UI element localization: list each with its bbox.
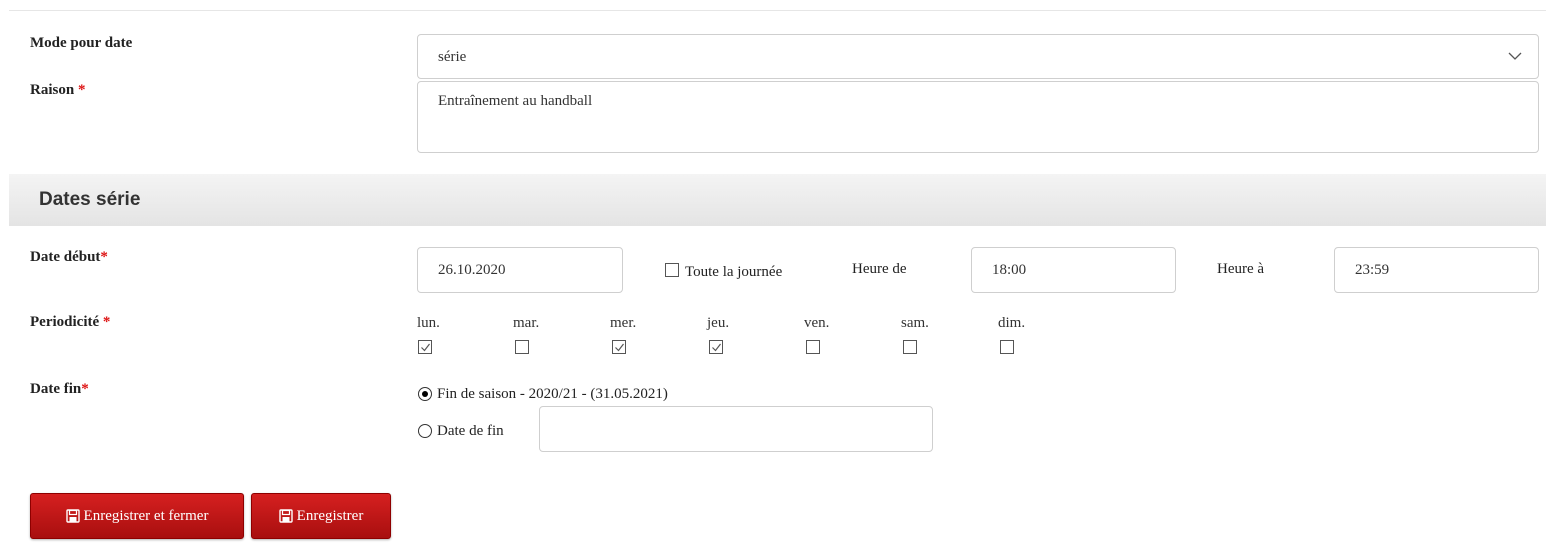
reason-label-text: Raison xyxy=(30,82,75,98)
day-label-dim: dim. xyxy=(998,315,1026,331)
day-label-mar: mar. xyxy=(513,315,540,331)
reason-value: Entraînement au handball xyxy=(438,93,593,109)
start-date-input[interactable]: 26.10.2020 xyxy=(417,247,623,293)
save-and-close-label: Enregistrer et fermer xyxy=(83,507,209,524)
required-marker: * xyxy=(77,82,86,98)
required-marker: * xyxy=(100,249,108,265)
check-icon xyxy=(615,343,624,352)
save-and-close-button[interactable]: Enregistrer et fermer xyxy=(30,493,244,539)
save-label: Enregistrer xyxy=(296,507,364,524)
mode-label: Mode pour date xyxy=(30,35,132,52)
mode-select-value: série xyxy=(438,49,467,65)
day-checkbox-dim[interactable] xyxy=(1000,340,1014,354)
reason-textarea[interactable]: Entraînement au handball xyxy=(417,81,1539,153)
day-label-jeu: jeu. xyxy=(707,315,730,331)
all-day-checkbox[interactable] xyxy=(665,263,679,277)
required-marker: * xyxy=(81,381,89,397)
start-date-label: Date début* xyxy=(30,249,108,266)
check-icon xyxy=(712,343,721,352)
day-label-mer: mer. xyxy=(610,315,637,331)
day-label-ven: ven. xyxy=(804,315,830,331)
end-date-label-text: Date fin xyxy=(30,381,82,397)
top-divider xyxy=(9,10,1546,11)
periodicity-label: Periodicité * xyxy=(30,314,110,331)
periodicity-label-text: Periodicité xyxy=(30,314,100,330)
end-date-input[interactable] xyxy=(539,406,933,452)
check-icon xyxy=(421,343,430,352)
reason-label: Raison * xyxy=(30,82,85,99)
time-to-input[interactable]: 23:59 xyxy=(1334,247,1539,293)
time-to-label: Heure à xyxy=(1217,261,1265,277)
day-checkbox-mer[interactable] xyxy=(612,340,626,354)
mode-select[interactable]: série xyxy=(417,34,1539,79)
floppy-disk-icon xyxy=(65,509,80,523)
start-date-label-text: Date début xyxy=(30,249,101,265)
end-date-option-label: Date de fin xyxy=(437,423,504,439)
end-season-label: Fin de saison - 2020/21 - (31.05.2021) xyxy=(437,386,668,402)
radio-selected-dot xyxy=(422,391,428,397)
day-label-sam: sam. xyxy=(901,315,929,331)
section-title: Dates série xyxy=(39,189,141,210)
time-from-label: Heure de xyxy=(852,261,907,277)
day-checkbox-jeu[interactable] xyxy=(709,340,723,354)
required-marker: * xyxy=(102,314,111,330)
start-date-value: 26.10.2020 xyxy=(438,262,506,278)
day-checkbox-ven[interactable] xyxy=(806,340,820,354)
end-date-label: Date fin* xyxy=(30,381,89,398)
section-header: Dates série xyxy=(9,174,1546,226)
end-date-radio[interactable] xyxy=(418,424,432,438)
chevron-down-icon xyxy=(1508,52,1522,60)
save-button[interactable]: Enregistrer xyxy=(251,493,391,539)
floppy-disk-icon xyxy=(278,509,293,523)
end-season-radio[interactable] xyxy=(418,387,432,401)
all-day-label: Toute la journée xyxy=(685,264,783,280)
time-to-value: 23:59 xyxy=(1355,262,1390,278)
day-label-lun: lun. xyxy=(417,315,440,331)
time-from-input[interactable]: 18:00 xyxy=(971,247,1176,293)
day-checkbox-sam[interactable] xyxy=(903,340,917,354)
time-from-value: 18:00 xyxy=(992,262,1027,278)
day-checkbox-lun[interactable] xyxy=(418,340,432,354)
day-checkbox-mar[interactable] xyxy=(515,340,529,354)
mode-label-text: Mode pour date xyxy=(30,35,133,51)
